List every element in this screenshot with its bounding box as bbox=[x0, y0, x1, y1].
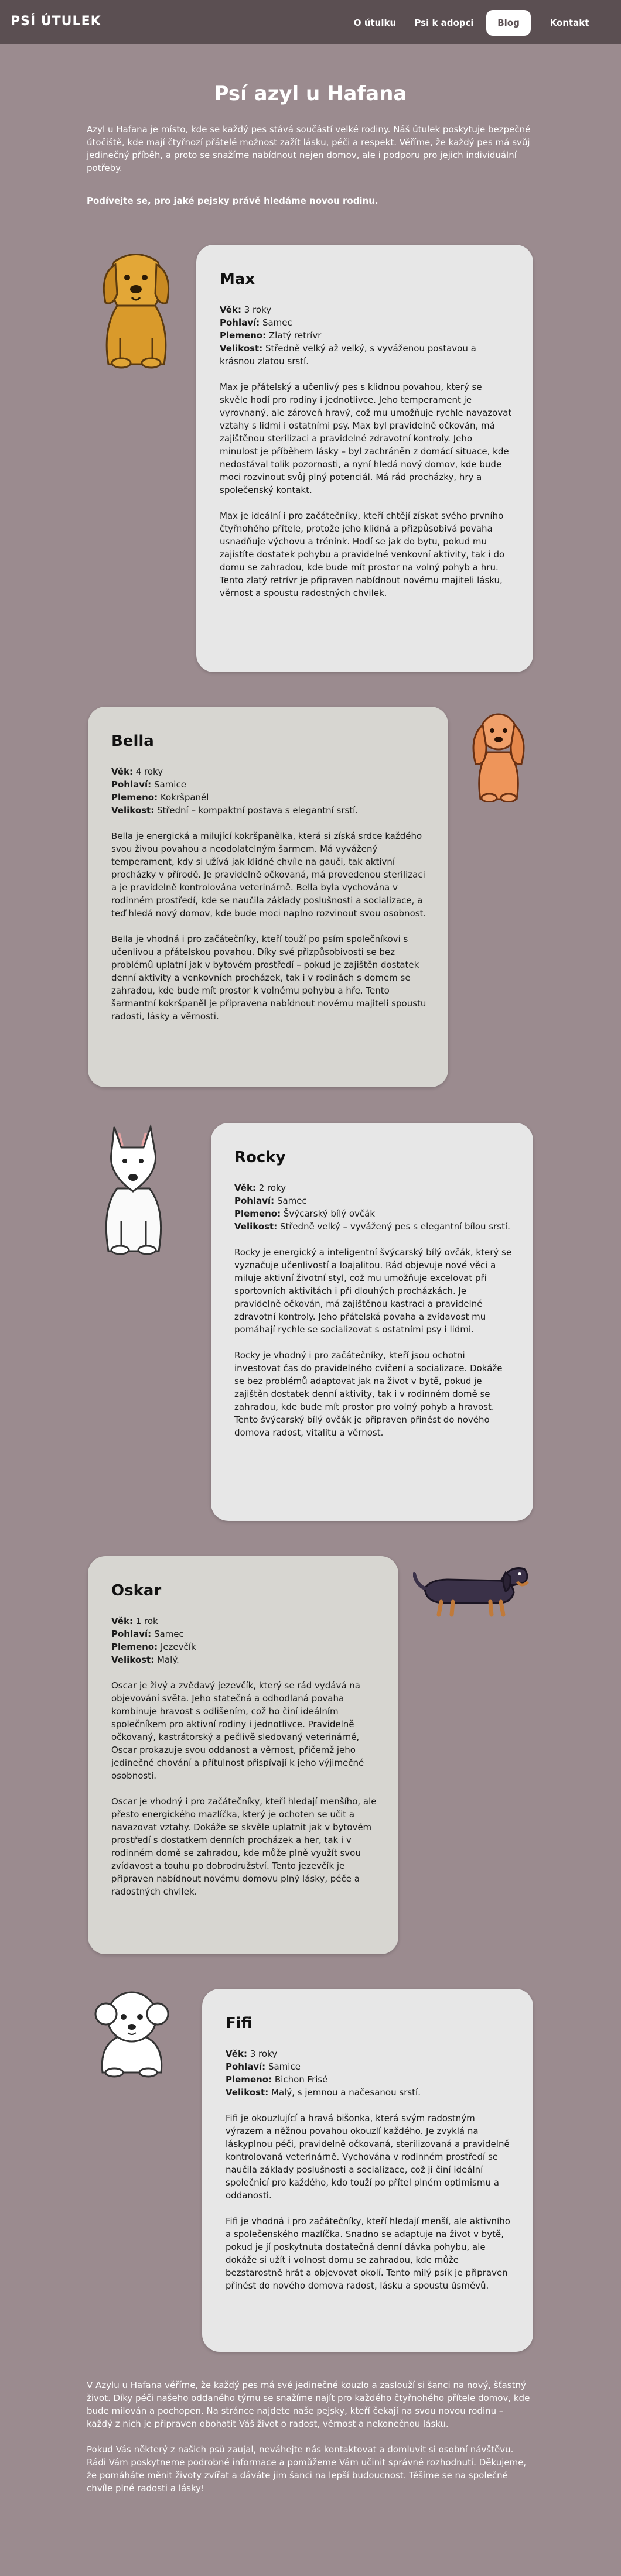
dog-details: Věk: 3 roky Pohlaví: Samec Plemeno: Zlat… bbox=[220, 303, 512, 612]
dog-card-bella: Bella Věk: 4 roky Pohlaví: Samice Plemen… bbox=[88, 707, 448, 1087]
dog-name: Fifi bbox=[226, 2015, 253, 2032]
dog-age: 3 roky bbox=[250, 2049, 278, 2059]
bichon-frise-icon bbox=[94, 1991, 169, 2078]
dog-breed: Švýcarský bílý ovčák bbox=[283, 1208, 376, 1219]
breed-label: Plemeno: bbox=[111, 1642, 158, 1652]
dog-name: Rocky bbox=[234, 1149, 286, 1166]
dog-breed: Bichon Frisé bbox=[274, 2074, 328, 2085]
dog-details: Věk: 2 roky Pohlaví: Samec Plemeno: Švýc… bbox=[234, 1181, 512, 1452]
dog-card-oskar: Oskar Věk: 1 rok Pohlaví: Samec Plemeno:… bbox=[88, 1556, 398, 1954]
dog-description: Rocky je energický a inteligentní švýcar… bbox=[234, 1247, 512, 1335]
size-label: Velikost: bbox=[111, 1654, 155, 1665]
nav-link-contact[interactable]: Kontakt bbox=[538, 14, 601, 32]
sex-label: Pohlaví: bbox=[220, 317, 260, 328]
nav-link-blog[interactable]: Blog bbox=[486, 10, 531, 36]
dog-name: Oskar bbox=[111, 1582, 162, 1599]
dachshund-icon bbox=[413, 1567, 529, 1617]
size-label: Velikost: bbox=[111, 805, 155, 816]
dog-sex: Samice bbox=[268, 2061, 301, 2072]
dog-name: Max bbox=[220, 270, 255, 288]
page-title: Psí azyl u Hafana bbox=[214, 82, 407, 105]
footer-text: V Azylu u Hafana věříme, že každý pes má… bbox=[87, 2379, 532, 2508]
dog-sex: Samec bbox=[153, 1629, 184, 1639]
dog-description: Max je přátelský a učenlivý pes s klidno… bbox=[220, 382, 512, 495]
dog-sex: Samec bbox=[262, 317, 292, 328]
white-shepherd-icon bbox=[105, 1123, 162, 1255]
dog-description: Oscar je živý a zvědavý jezevčík, který … bbox=[111, 1680, 364, 1781]
dog-age: 1 rok bbox=[135, 1616, 158, 1626]
dog-suitability: Fifi je vhodná i pro začátečníky, kteří … bbox=[226, 2216, 510, 2291]
size-label: Velikost: bbox=[220, 343, 263, 354]
breed-label: Plemeno: bbox=[220, 330, 267, 341]
size-label: Velikost: bbox=[226, 2087, 269, 2098]
site-brand[interactable]: PSÍ ÚTULEK bbox=[11, 14, 101, 29]
dog-suitability: Rocky je vhodný i pro začátečníky, kteří… bbox=[234, 1350, 503, 1438]
age-label: Věk: bbox=[111, 1616, 133, 1626]
dog-size: Středně velký – vyvážený pes s elegantní… bbox=[280, 1221, 510, 1232]
breed-label: Plemeno: bbox=[226, 2074, 272, 2085]
size-label: Velikost: bbox=[234, 1221, 278, 1232]
dog-breed: Zlatý retrívr bbox=[268, 330, 322, 341]
golden-retriever-icon bbox=[103, 254, 170, 369]
dog-description: Bella je energická a milující kokršpaněl… bbox=[111, 831, 426, 919]
dog-suitability: Max je ideální i pro začátečníky, kteří … bbox=[220, 511, 505, 598]
sex-label: Pohlaví: bbox=[111, 779, 152, 790]
age-label: Věk: bbox=[220, 304, 241, 315]
dog-sex: Samec bbox=[277, 1195, 307, 1206]
age-label: Věk: bbox=[226, 2049, 247, 2059]
dog-details: Věk: 4 roky Pohlaví: Samice Plemeno: Kok… bbox=[111, 765, 427, 1036]
footer-paragraph: V Azylu u Hafana věříme, že každý pes má… bbox=[87, 2380, 530, 2429]
dog-breed: Jezevčík bbox=[160, 1642, 196, 1652]
dog-name: Bella bbox=[111, 732, 154, 750]
age-label: Věk: bbox=[234, 1183, 256, 1193]
sex-label: Pohlaví: bbox=[226, 2061, 266, 2072]
breed-label: Plemeno: bbox=[234, 1208, 281, 1219]
dog-age: 3 roky bbox=[244, 304, 272, 315]
dog-details: Věk: 3 roky Pohlaví: Samice Plemeno: Bic… bbox=[226, 2047, 512, 2305]
dog-card-max: Max Věk: 3 roky Pohlaví: Samec Plemeno: … bbox=[196, 245, 533, 672]
dog-suitability: Oscar je vhodný i pro začátečníky, kteří… bbox=[111, 1796, 377, 1897]
dog-card-fifi: Fifi Věk: 3 roky Pohlaví: Samice Plemeno… bbox=[202, 1989, 533, 2352]
breed-label: Plemeno: bbox=[111, 792, 158, 803]
dog-details: Věk: 1 rok Pohlaví: Samec Plemeno: Jezev… bbox=[111, 1615, 377, 1911]
footer-contact-paragraph: Pokud Vás některý z našich psů zaujal, n… bbox=[87, 2444, 527, 2493]
intro-text: Azyl u Hafana je místo, kde se každý pes… bbox=[87, 124, 531, 173]
dog-sex: Samice bbox=[153, 779, 186, 790]
dog-age: 4 roky bbox=[135, 766, 163, 777]
nav-link-adoption[interactable]: Psi k adopci bbox=[411, 14, 477, 32]
dog-suitability: Bella je vhodná i pro začátečníky, kteří… bbox=[111, 934, 426, 1022]
dog-size: Malý, s jemnou a načesanou srstí. bbox=[271, 2087, 421, 2098]
intro-lead: Podívejte se, pro jaké pejsky právě hled… bbox=[87, 196, 378, 206]
nav-link-about[interactable]: O útulku bbox=[350, 14, 400, 32]
sex-label: Pohlaví: bbox=[234, 1195, 275, 1206]
age-label: Věk: bbox=[111, 766, 133, 777]
navbar: PSÍ ÚTULEK O útulku Psi k adopci Blog Ko… bbox=[0, 0, 621, 44]
dog-breed: Kokršpaněl bbox=[160, 792, 209, 803]
sex-label: Pohlaví: bbox=[111, 1629, 152, 1639]
cocker-spaniel-icon bbox=[472, 713, 525, 802]
dog-description: Fifi je okouzlující a hravá bišonka, kte… bbox=[226, 2113, 510, 2201]
dog-size: Malý. bbox=[157, 1654, 179, 1665]
dog-card-rocky: Rocky Věk: 2 roky Pohlaví: Samec Plemeno… bbox=[211, 1123, 533, 1521]
dog-size: Střední – kompaktní postava s elegantní … bbox=[157, 805, 359, 816]
dog-age: 2 roky bbox=[258, 1183, 286, 1193]
